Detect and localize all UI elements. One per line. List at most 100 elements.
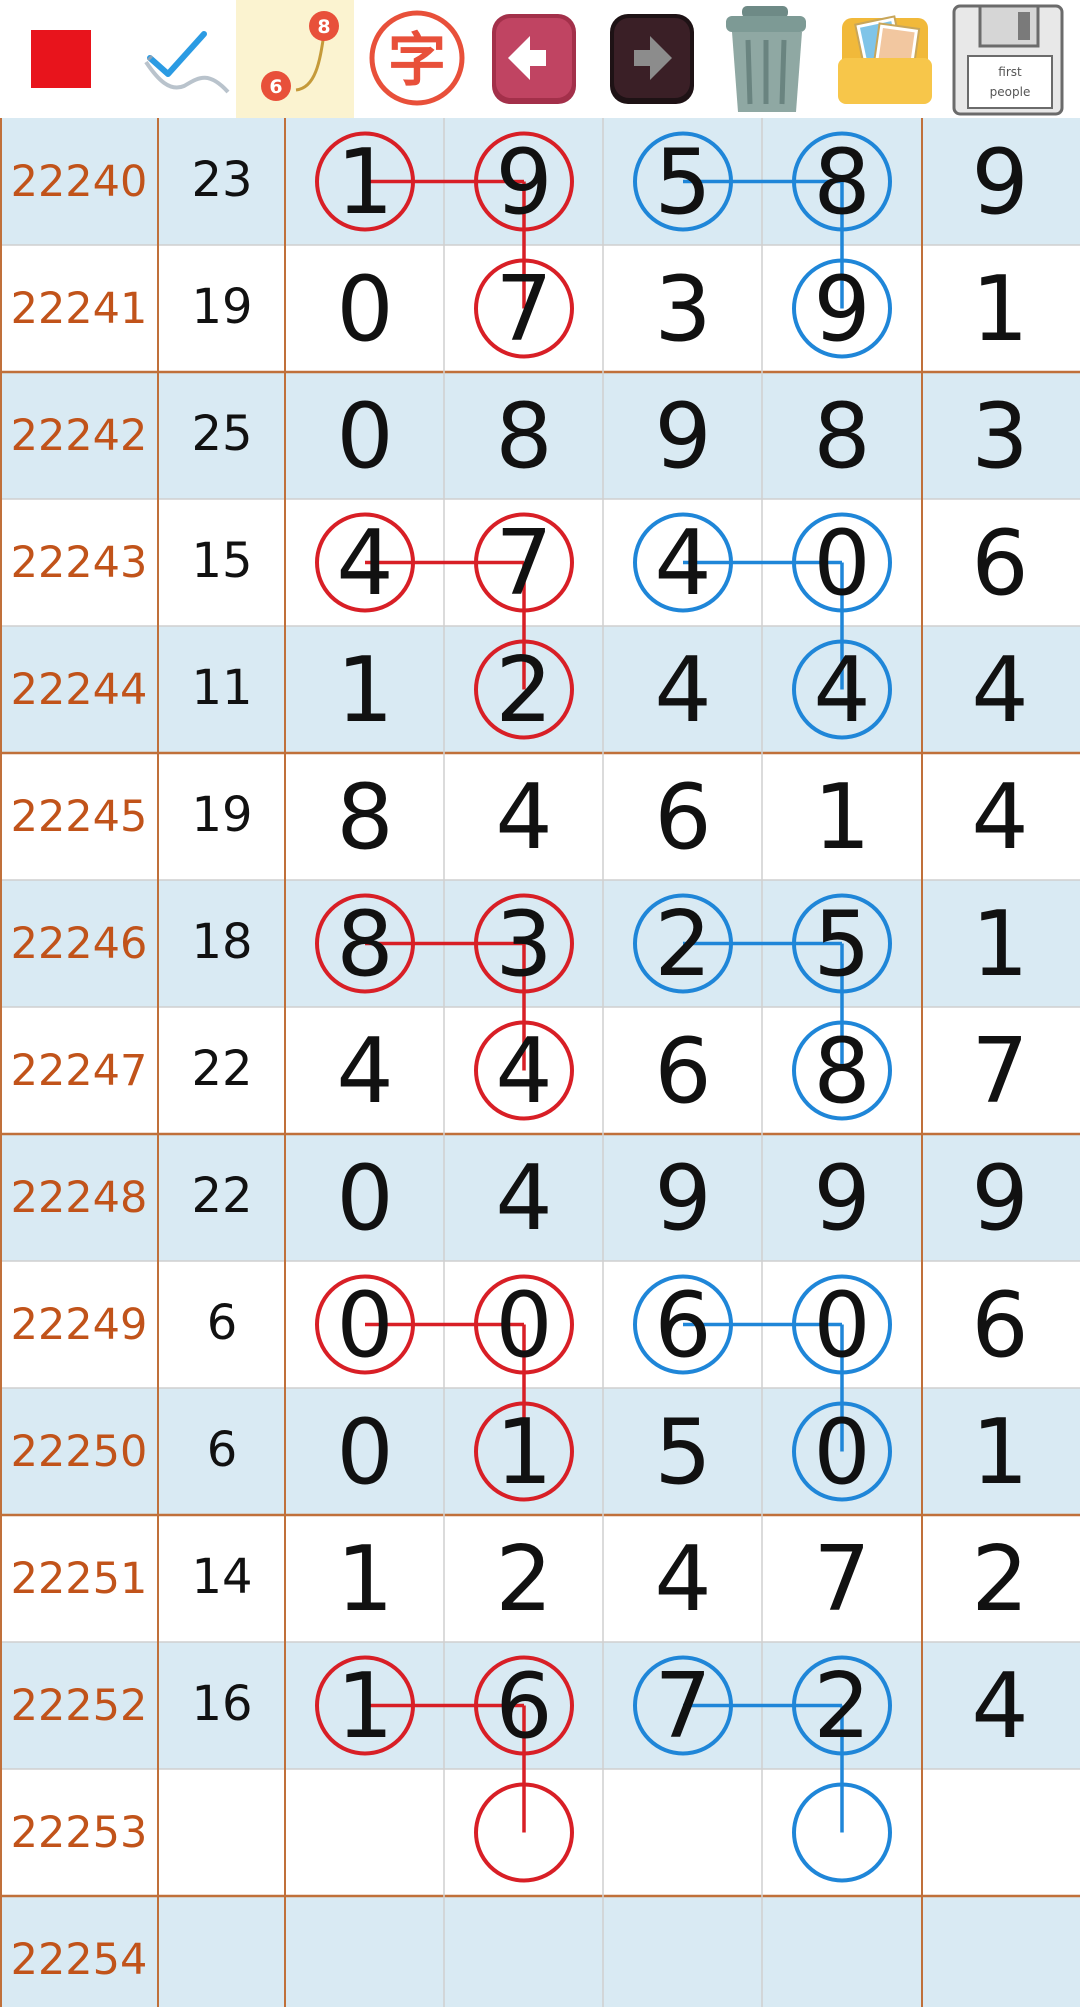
- digit-cell[interactable]: 5: [654, 130, 711, 235]
- digit-cell[interactable]: 1: [336, 1527, 393, 1632]
- digit-cell[interactable]: 8: [495, 384, 552, 489]
- digit-cell[interactable]: 1: [971, 892, 1028, 997]
- digit-cell[interactable]: 0: [813, 511, 870, 616]
- digit-cell[interactable]: 7: [813, 1527, 870, 1632]
- text-tool-button[interactable]: 字: [354, 0, 472, 118]
- toolbar: 8 6 字 first people: [0, 0, 1080, 118]
- digit-cell[interactable]: 2: [654, 892, 711, 997]
- digit-cell[interactable]: 4: [495, 1146, 552, 1251]
- text-tool-label: 字: [388, 26, 446, 94]
- digit-cell[interactable]: 2: [495, 1527, 552, 1632]
- digit-cell[interactable]: 9: [654, 384, 711, 489]
- digit-cell[interactable]: 1: [336, 638, 393, 743]
- issue-number: 22242: [11, 411, 148, 461]
- checkmark-pen-icon: [144, 31, 230, 94]
- digit-cell[interactable]: 9: [654, 1146, 711, 1251]
- redo-button[interactable]: [590, 0, 708, 118]
- digit-cell[interactable]: 4: [495, 765, 552, 870]
- digit-cell[interactable]: 6: [971, 1273, 1028, 1378]
- digit-cell[interactable]: 0: [813, 1400, 870, 1505]
- digit-cell[interactable]: 6: [654, 1019, 711, 1124]
- digit-cell[interactable]: 0: [813, 1273, 870, 1378]
- digit-cell[interactable]: 3: [654, 257, 711, 362]
- digit-cell[interactable]: 3: [971, 384, 1028, 489]
- digit-cell[interactable]: 8: [813, 130, 870, 235]
- digit-cell[interactable]: 6: [654, 1273, 711, 1378]
- digit-cell[interactable]: 6: [495, 1654, 552, 1759]
- digit-cell[interactable]: 4: [971, 1654, 1028, 1759]
- digit-cell[interactable]: 9: [971, 130, 1028, 235]
- digit-cell[interactable]: 6: [654, 765, 711, 870]
- digit-cell[interactable]: 0: [495, 1273, 552, 1378]
- lottery-trend-grid[interactable]: 22240 23 1 9 5 8 922241 19 0 7 3 9 122242 25 0 8 9 8 32224…: [0, 118, 1080, 2007]
- digit-cell[interactable]: 8: [336, 765, 393, 870]
- sum-value: 22: [191, 1168, 252, 1224]
- digit-cell[interactable]: 4: [813, 638, 870, 743]
- digit-cell[interactable]: 9: [971, 1146, 1028, 1251]
- issue-number: 22245: [11, 792, 148, 842]
- digit-cell[interactable]: 2: [971, 1527, 1028, 1632]
- table-row[interactable]: [0, 1896, 1080, 2007]
- digit-cell[interactable]: 3: [495, 892, 552, 997]
- digit-cell[interactable]: 8: [336, 892, 393, 997]
- arrow-left-icon: [492, 14, 576, 104]
- sum-value: 23: [191, 152, 252, 208]
- red-square-color-button[interactable]: [0, 0, 118, 118]
- digit-cell[interactable]: 6: [971, 511, 1028, 616]
- digit-cell[interactable]: 1: [971, 1400, 1028, 1505]
- digit-cell[interactable]: 4: [654, 638, 711, 743]
- trash-button[interactable]: [708, 0, 826, 118]
- checkmark-pen-button[interactable]: [118, 0, 236, 118]
- issue-number: 22251: [11, 1554, 148, 1604]
- floppy-label-line1: first: [998, 65, 1022, 79]
- digit-cell[interactable]: 9: [495, 130, 552, 235]
- issue-number: 22254: [11, 1935, 148, 1985]
- sum-value: 6: [207, 1295, 238, 1351]
- digit-cell[interactable]: 7: [971, 1019, 1028, 1124]
- digit-cell[interactable]: 9: [813, 257, 870, 362]
- digit-cell[interactable]: 4: [971, 765, 1028, 870]
- digit-cell[interactable]: 5: [654, 1400, 711, 1505]
- digit-cell[interactable]: 0: [336, 257, 393, 362]
- trash-can-icon: [726, 6, 806, 112]
- digit-cell[interactable]: 1: [336, 1654, 393, 1759]
- issue-number: 22253: [11, 1808, 148, 1858]
- digit-cell[interactable]: 2: [813, 1654, 870, 1759]
- digit-cell[interactable]: 4: [336, 511, 393, 616]
- digit-cell[interactable]: 7: [654, 1654, 711, 1759]
- photo-folder-button[interactable]: [826, 0, 944, 118]
- issue-number: 22244: [11, 665, 148, 715]
- red-square-icon: [31, 30, 91, 88]
- digit-cell[interactable]: 4: [654, 511, 711, 616]
- digit-cell[interactable]: 9: [813, 1146, 870, 1251]
- digit-cell[interactable]: 1: [495, 1400, 552, 1505]
- digit-cell[interactable]: 5: [813, 892, 870, 997]
- digit-cell[interactable]: 4: [495, 1019, 552, 1124]
- digit-cell[interactable]: 4: [654, 1527, 711, 1632]
- digit-cell[interactable]: 7: [495, 511, 552, 616]
- issue-number: 22241: [11, 284, 148, 334]
- arrow-right-icon: [610, 14, 694, 104]
- sum-value: 18: [191, 914, 252, 970]
- save-button[interactable]: first people: [944, 0, 1080, 118]
- sum-value: 22: [191, 1041, 252, 1097]
- issue-number: 22252: [11, 1681, 148, 1731]
- digit-cell[interactable]: 8: [813, 384, 870, 489]
- digit-cell[interactable]: 4: [971, 638, 1028, 743]
- connect-line-tool-button[interactable]: 8 6: [236, 0, 354, 118]
- digit-cell[interactable]: 0: [336, 1400, 393, 1505]
- digit-cell[interactable]: 0: [336, 1273, 393, 1378]
- sum-value: 11: [191, 660, 252, 716]
- digit-cell[interactable]: 1: [813, 765, 870, 870]
- zi-character-icon: 字: [369, 10, 465, 106]
- digit-cell[interactable]: 1: [971, 257, 1028, 362]
- digit-cell[interactable]: 8: [813, 1019, 870, 1124]
- digit-cell[interactable]: 1: [336, 130, 393, 235]
- digit-cell[interactable]: 4: [336, 1019, 393, 1124]
- digit-cell[interactable]: 0: [336, 1146, 393, 1251]
- undo-button[interactable]: [472, 0, 590, 118]
- digit-cell[interactable]: 7: [495, 257, 552, 362]
- issue-number: 22248: [11, 1173, 148, 1223]
- digit-cell[interactable]: 2: [495, 638, 552, 743]
- digit-cell[interactable]: 0: [336, 384, 393, 489]
